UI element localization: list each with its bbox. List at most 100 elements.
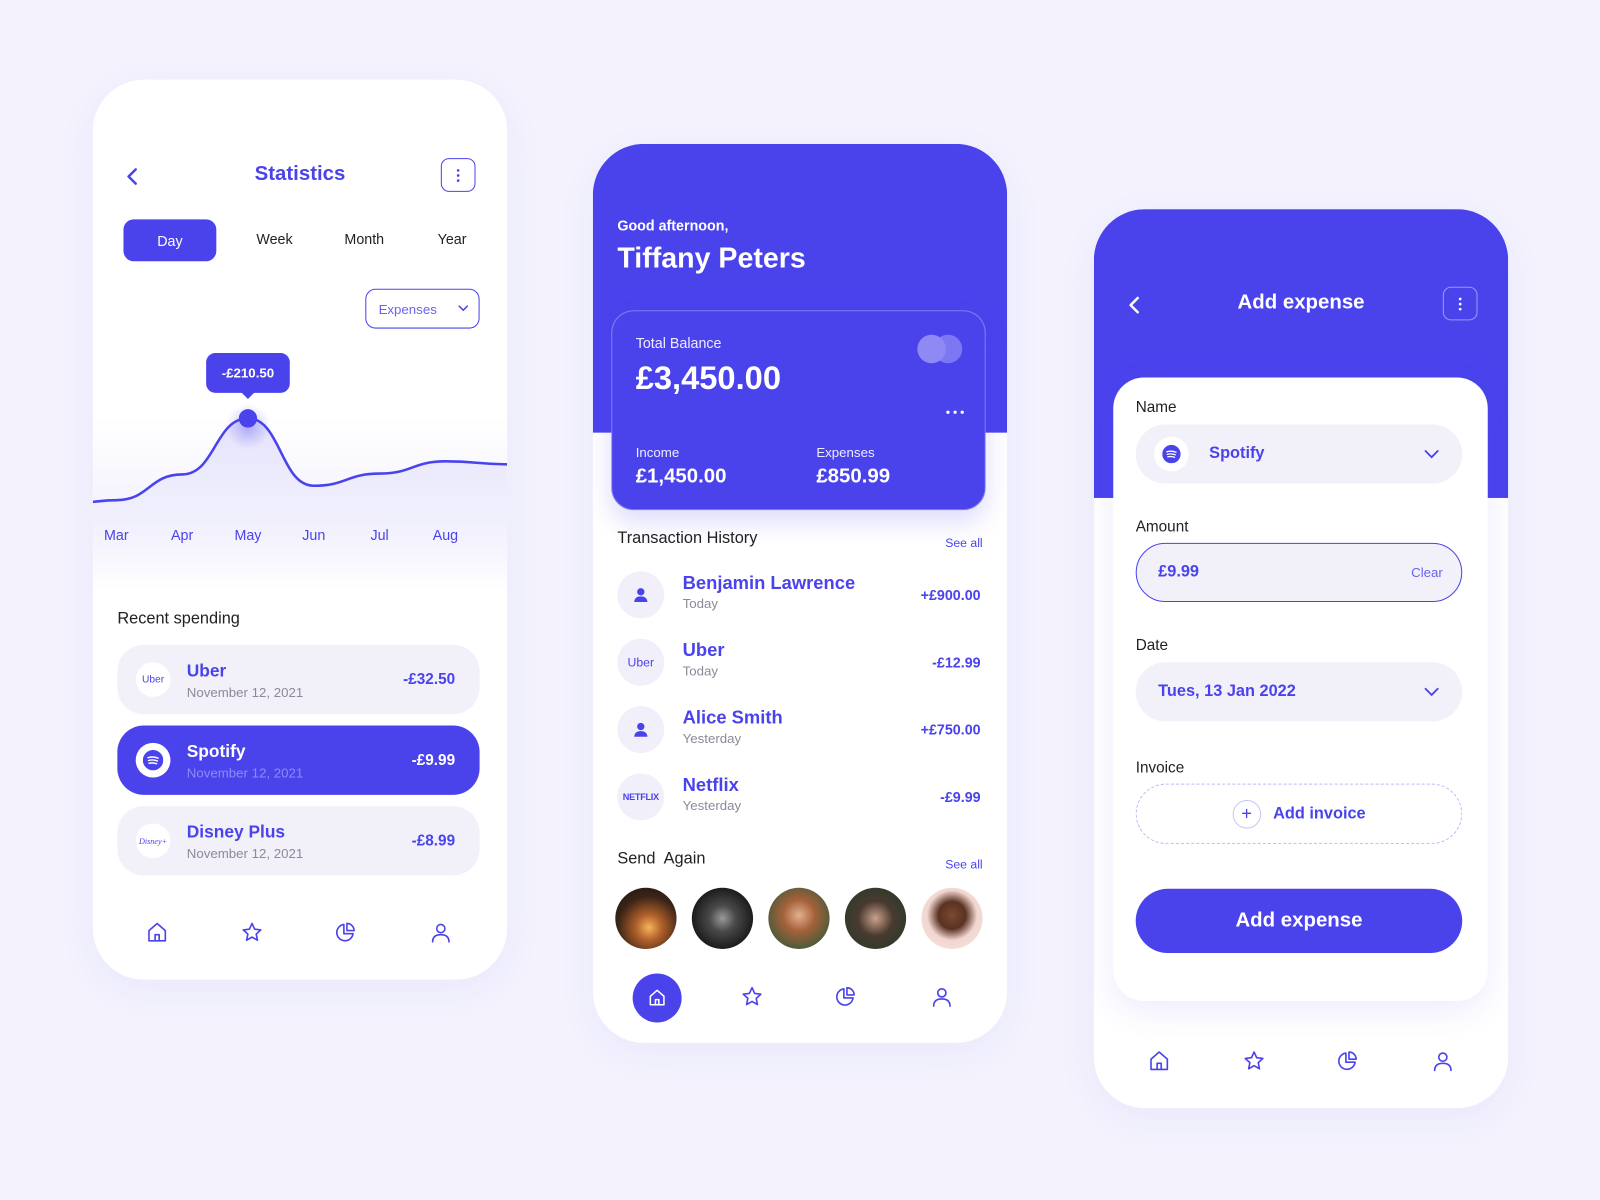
- user-icon: [634, 722, 648, 737]
- kebab-icon: [1458, 297, 1462, 310]
- card-brand-icon: [917, 334, 963, 364]
- chevron-down-icon: [1424, 687, 1439, 697]
- see-all-transactions-link[interactable]: See all: [945, 536, 982, 550]
- chart-area: [92, 418, 508, 590]
- home-screen: Good afternoon, Tiffany Peters Total Bal…: [592, 143, 1008, 1043]
- contact-avatar[interactable]: [921, 887, 983, 949]
- nav-star-icon[interactable]: [240, 920, 264, 944]
- item-name: Disney Plus: [186, 822, 286, 842]
- transaction-row[interactable]: Benjamin Lawrence Today +£900.00: [593, 564, 1007, 625]
- avatar: [617, 571, 665, 619]
- expense-form: Name Spotify Amount £9.99 Clear Date Tue…: [1113, 377, 1488, 1002]
- plus-icon: +: [1232, 799, 1261, 829]
- transaction-row[interactable]: Alice Smith Yesterday +£750.00: [593, 699, 1007, 760]
- amount-label: Amount: [1135, 518, 1189, 536]
- income-amount: £1,450.00: [635, 465, 727, 488]
- item-date: November 12, 2021: [186, 684, 304, 700]
- expenses-label: Expenses: [816, 444, 875, 461]
- transaction-amount: -£9.99: [940, 788, 981, 806]
- x-tick-label: Mar: [104, 526, 129, 543]
- add-expense-screen: Add expense Name Spotify Amount £9.99 Cl…: [1093, 209, 1509, 1109]
- item-name: Uber: [186, 661, 227, 681]
- transaction-name: Benjamin Lawrence: [682, 572, 856, 593]
- date-select[interactable]: Tues, 13 Jan 2022: [1135, 662, 1463, 722]
- x-tick-label: S: [506, 527, 507, 543]
- home-icon: [649, 989, 665, 1006]
- spending-item-uber[interactable]: Uber Uber November 12, 2021 -£32.50: [117, 644, 480, 715]
- contact-avatar[interactable]: [615, 887, 677, 949]
- statistics-screen: Statistics Day Week Month Year Expenses …: [92, 79, 508, 980]
- amount-value: £9.99: [1158, 563, 1200, 581]
- nav-pie-chart-icon[interactable]: [833, 985, 857, 1009]
- transaction-amount: +£750.00: [920, 721, 981, 738]
- transaction-name: Netflix: [682, 774, 739, 795]
- spotify-logo: [135, 742, 171, 778]
- transaction-amount: -£12.99: [932, 654, 981, 671]
- income-label: Income: [635, 444, 680, 461]
- nav-star-icon[interactable]: [1242, 1049, 1266, 1073]
- clear-button[interactable]: Clear: [1411, 565, 1443, 580]
- spotify-icon: [1162, 444, 1181, 464]
- spending-item-spotify[interactable]: Spotify November 12, 2021 -£9.99: [117, 725, 480, 795]
- uber-logo: Uber: [617, 638, 665, 686]
- transaction-amount: +£900.00: [920, 586, 981, 604]
- item-amount: -£9.99: [411, 751, 456, 769]
- item-date: November 12, 2021: [186, 765, 304, 781]
- uber-logo: Uber: [135, 662, 171, 697]
- netflix-logo-text: NETFLIX: [622, 791, 659, 803]
- nav-star-icon[interactable]: [740, 985, 764, 1009]
- transaction-date: Today: [682, 663, 719, 679]
- contact-avatar[interactable]: [844, 887, 907, 949]
- add-invoice-button[interactable]: + Add invoice: [1135, 783, 1463, 844]
- tooltip-pointer: [240, 391, 256, 399]
- add-expense-submit-button[interactable]: Add expense: [1135, 888, 1463, 954]
- x-tick-label: Aug: [432, 526, 459, 543]
- netflix-logo: NETFLIX: [617, 773, 665, 821]
- invoice-label: Invoice: [1135, 759, 1185, 777]
- add-invoice-label: Add invoice: [1273, 804, 1366, 822]
- item-amount: -£32.50: [403, 670, 456, 689]
- nav-pie-chart-icon[interactable]: [1335, 1049, 1359, 1073]
- more-options-button[interactable]: [1442, 286, 1478, 321]
- highlight-point[interactable]: [238, 409, 258, 428]
- spotify-logo: [1154, 436, 1189, 472]
- nav-home-icon[interactable]: [145, 920, 169, 944]
- disney-logo-text: Disney+: [138, 836, 168, 846]
- transaction-row[interactable]: NETFLIX Netflix Yesterday -£9.99: [593, 766, 1007, 827]
- x-tick-label: May: [234, 526, 262, 543]
- spending-item-disney-plus[interactable]: Disney+ Disney Plus November 12, 2021 -£…: [117, 806, 480, 876]
- contact-avatar[interactable]: [768, 887, 830, 949]
- user-icon: [634, 588, 648, 603]
- item-name: Spotify: [186, 741, 246, 762]
- expenses-amount: £850.99: [816, 465, 891, 488]
- transaction-history-title: Transaction History: [617, 529, 758, 547]
- transaction-date: Today: [682, 595, 719, 612]
- nav-home-icon[interactable]: [1147, 1049, 1171, 1073]
- name-value: Spotify: [1209, 444, 1265, 463]
- user-name: Tiffany Peters: [617, 241, 806, 274]
- nav-user-icon[interactable]: [930, 985, 954, 1009]
- contact-avatar[interactable]: [691, 887, 754, 949]
- name-label: Name: [1135, 398, 1177, 417]
- balance-label: Total Balance: [635, 334, 722, 352]
- nav-home-button[interactable]: [632, 973, 682, 1023]
- greeting: Good afternoon,: [617, 217, 729, 234]
- see-all-contacts-link[interactable]: See all: [945, 857, 982, 871]
- name-select[interactable]: Spotify: [1135, 424, 1463, 484]
- amount-input[interactable]: £9.99 Clear: [1135, 542, 1463, 603]
- nav-user-icon[interactable]: [429, 920, 453, 944]
- nav-user-icon[interactable]: [1431, 1049, 1455, 1073]
- chart-tooltip: -£210.50: [206, 353, 290, 399]
- back-chevron-icon[interactable]: [1128, 296, 1142, 314]
- date-value: Tues, 13 Jan 2022: [1158, 682, 1296, 700]
- disney-plus-logo: Disney+: [135, 823, 171, 859]
- balance-card[interactable]: Total Balance £3,450.00 Income £1,450.00…: [611, 310, 986, 511]
- more-dots-icon[interactable]: [945, 409, 965, 415]
- nav-pie-chart-icon[interactable]: [333, 920, 357, 944]
- transaction-date: Yesterday: [682, 730, 742, 746]
- recent-spending-title: Recent spending: [117, 610, 240, 628]
- page-title: Add expense: [1237, 291, 1365, 314]
- avatar: [617, 706, 665, 754]
- x-tick-label: Apr: [171, 526, 194, 543]
- transaction-row[interactable]: Uber Uber Today -£12.99: [593, 632, 1007, 693]
